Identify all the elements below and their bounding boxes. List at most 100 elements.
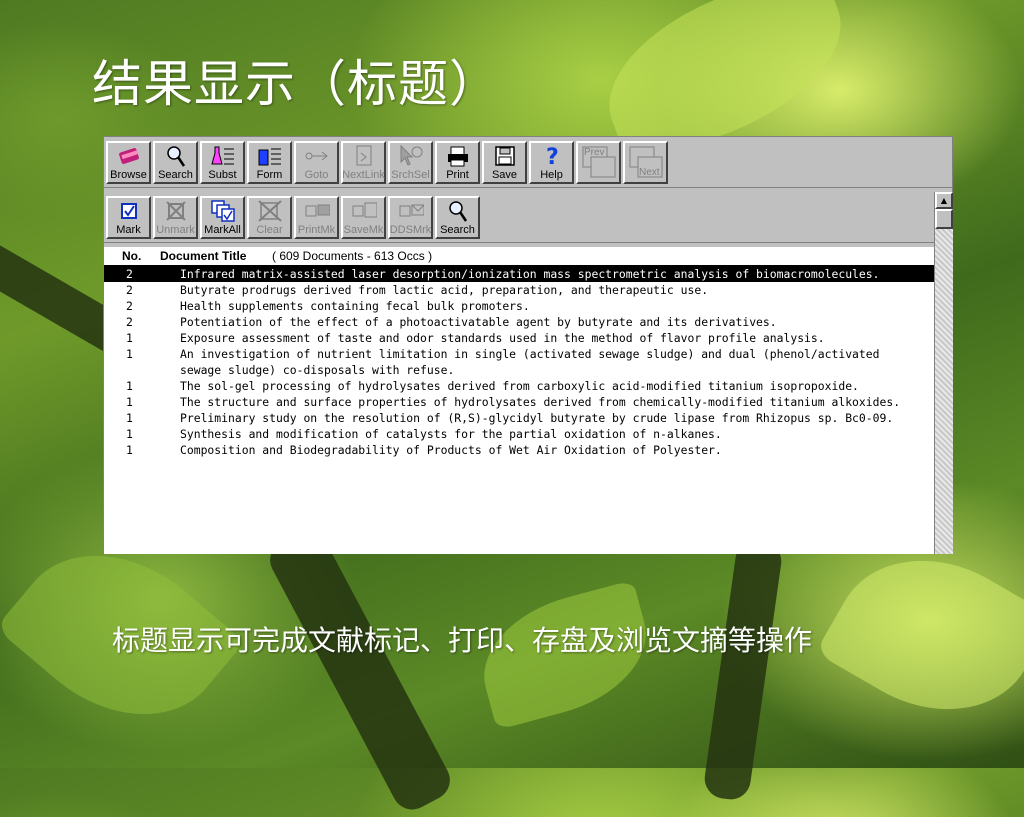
save-marked-icon [351, 199, 377, 223]
toolbar-button-label: Help [540, 169, 563, 181]
slide-caption: 标题显示可完成文献标记、打印、存盘及浏览文摘等操作 [112, 624, 813, 657]
mark-toolbar-ddsmrk-button[interactable]: DDSMrk [388, 196, 433, 239]
checkbox-icon [116, 199, 142, 223]
mark-toolbar-button-label: Clear [256, 224, 283, 236]
list-item[interactable]: 2 Health supplements containing fecal bul… [104, 298, 934, 314]
question-icon: ? [539, 144, 565, 168]
mark-toolbar-printmk-button[interactable]: PrintMk [294, 196, 339, 239]
background-branch [263, 523, 457, 817]
mark-toolbar-button-label: Mark [116, 224, 141, 236]
list-item[interactable]: 1 An investigation of nutrient limitation… [104, 346, 934, 378]
mark-toolbar-button-label: Unmark [156, 224, 195, 236]
mark-toolbar-button-label: DDSMrk [389, 224, 432, 236]
document-title: The structure and surface properties of … [180, 395, 901, 409]
magnifier-icon [163, 144, 189, 168]
printer-icon [445, 144, 471, 168]
toolbar-form-button[interactable]: Form [247, 141, 292, 184]
occurrence-count: 2 [126, 299, 133, 313]
list-item[interactable]: 1 The sol-gel processing of hydrolysates … [104, 378, 934, 394]
mark-toolbar-button-label: SaveMk [343, 224, 384, 236]
occurrence-count: 1 [126, 347, 133, 361]
scroll-up-arrow-icon[interactable]: ▲ [935, 192, 953, 209]
slide-title: 结果显示（标题） [92, 55, 500, 113]
document-title: Health supplements containing fecal bulk… [180, 299, 530, 313]
list-item[interactable]: 2 Potentiation of the effect of a photoac… [104, 314, 934, 330]
scrollbar-thumb[interactable] [935, 209, 953, 229]
toolbar-nextlink-button[interactable]: NextLink [341, 141, 386, 184]
mark-toolbar-button-label: MarkAll [204, 224, 241, 236]
occurrence-count: 1 [126, 331, 133, 345]
mark-toolbar: Mark Unmark MarkAll Clear PrintMk SaveMk DDSMr… [104, 192, 952, 243]
document-title-list[interactable]: 2 Infrared matrix-assisted laser desorpti… [104, 266, 934, 554]
document-title: Butyrate prodrugs derived from lactic ac… [180, 283, 709, 297]
list-item[interactable]: 1 Preliminary study on the resolution of … [104, 410, 934, 426]
clear-icon [257, 199, 283, 223]
toolbar-subst-button[interactable]: Subst [200, 141, 245, 184]
markall-icon [210, 199, 236, 223]
occurrence-count: 2 [126, 267, 133, 281]
mark-toolbar-markall-button[interactable]: MarkAll [200, 196, 245, 239]
nextlink-icon [351, 144, 377, 168]
toolbar-search-button[interactable]: Search [153, 141, 198, 184]
flask-icon [210, 144, 236, 168]
print-marked-icon [304, 199, 330, 223]
toolbar-button-label: Search [158, 169, 193, 181]
list-item[interactable]: 1 The structure and surface properties of… [104, 394, 934, 410]
list-item[interactable]: 2 Butyrate prodrugs derived from lactic a… [104, 282, 934, 298]
occurrence-count: 1 [126, 411, 133, 425]
mark-toolbar-unmark-button[interactable]: Unmark [153, 196, 198, 239]
toolbar-srchsel-button[interactable]: SrchSel [388, 141, 433, 184]
occurrence-count: 1 [126, 427, 133, 441]
list-item[interactable]: 2 Infrared matrix-assisted laser desorpti… [104, 266, 934, 282]
toolbar-help-button[interactable]: ? Help [529, 141, 574, 184]
toolbar-button-label: Prev [584, 147, 605, 158]
mark-toolbar-mark-button[interactable]: Mark [106, 196, 151, 239]
toolbar-button-label: Next [639, 167, 660, 178]
main-toolbar: Browse Search Subst Form Goto NextLink SrchSel… [104, 137, 952, 188]
pointer-search-icon [398, 144, 424, 168]
document-title: Synthesis and modification of catalysts … [180, 427, 722, 441]
toolbar-button-label: Form [256, 169, 283, 181]
floppy-icon [492, 144, 518, 168]
occurrence-count: 2 [126, 283, 133, 297]
vertical-scrollbar[interactable]: ▲ [934, 192, 953, 554]
document-title: Composition and Biodegradability of Prod… [180, 443, 722, 457]
column-header-no: No. [122, 249, 142, 263]
mark-toolbar-search-button[interactable]: Search [435, 196, 480, 239]
mark-toolbar-savemk-button[interactable]: SaveMk [341, 196, 386, 239]
column-header-title: Document Title [160, 249, 247, 263]
document-title: An investigation of nutrient limitation … [180, 347, 887, 377]
book-icon [116, 144, 142, 168]
toolbar-print-button[interactable]: Print [435, 141, 480, 184]
document-title: Exposure assessment of taste and odor st… [180, 331, 825, 345]
toolbar-prev-button[interactable]: Prev [576, 141, 621, 184]
toolbar-button-label: Goto [304, 169, 329, 181]
beaker-icon [257, 144, 283, 168]
occurrence-count: 1 [126, 379, 133, 393]
svg-text:?: ? [546, 145, 559, 168]
toolbar-button-label: Save [491, 169, 518, 181]
mark-toolbar-clear-button[interactable]: Clear [247, 196, 292, 239]
occurrence-count: 1 [126, 443, 133, 457]
background-branch [702, 538, 784, 802]
document-title: Potentiation of the effect of a photoact… [180, 315, 777, 329]
toolbar-goto-button[interactable]: Goto [294, 141, 339, 184]
toolbar-next-button[interactable]: Next [623, 141, 668, 184]
toolbar-button-label: Subst [208, 169, 237, 181]
list-header: No. Document Title ( 609 Documents - 613… [104, 247, 934, 266]
list-item[interactable]: 1 Exposure assessment of taste and odor s… [104, 330, 934, 346]
toolbar-save-button[interactable]: Save [482, 141, 527, 184]
magnifier-icon [445, 199, 471, 223]
list-item[interactable]: 1 Synthesis and modification of catalysts… [104, 426, 934, 442]
goto-icon [304, 144, 330, 168]
list-item[interactable]: 1 Composition and Biodegradability of Pro… [104, 442, 934, 458]
document-title: Infrared matrix-assisted laser desorptio… [180, 267, 880, 281]
mark-toolbar-button-label: PrintMk [297, 224, 336, 236]
stn-results-window: Browse Search Subst Form Goto NextLink SrchSel… [103, 136, 953, 554]
toolbar-browse-button[interactable]: Browse [106, 141, 151, 184]
unmark-icon [163, 199, 189, 223]
mark-toolbar-button-label: Search [440, 224, 475, 236]
toolbar-button-label: SrchSel [391, 169, 430, 181]
document-title: The sol-gel processing of hydrolysates d… [180, 379, 859, 393]
document-title: Preliminary study on the resolution of (… [180, 411, 894, 425]
